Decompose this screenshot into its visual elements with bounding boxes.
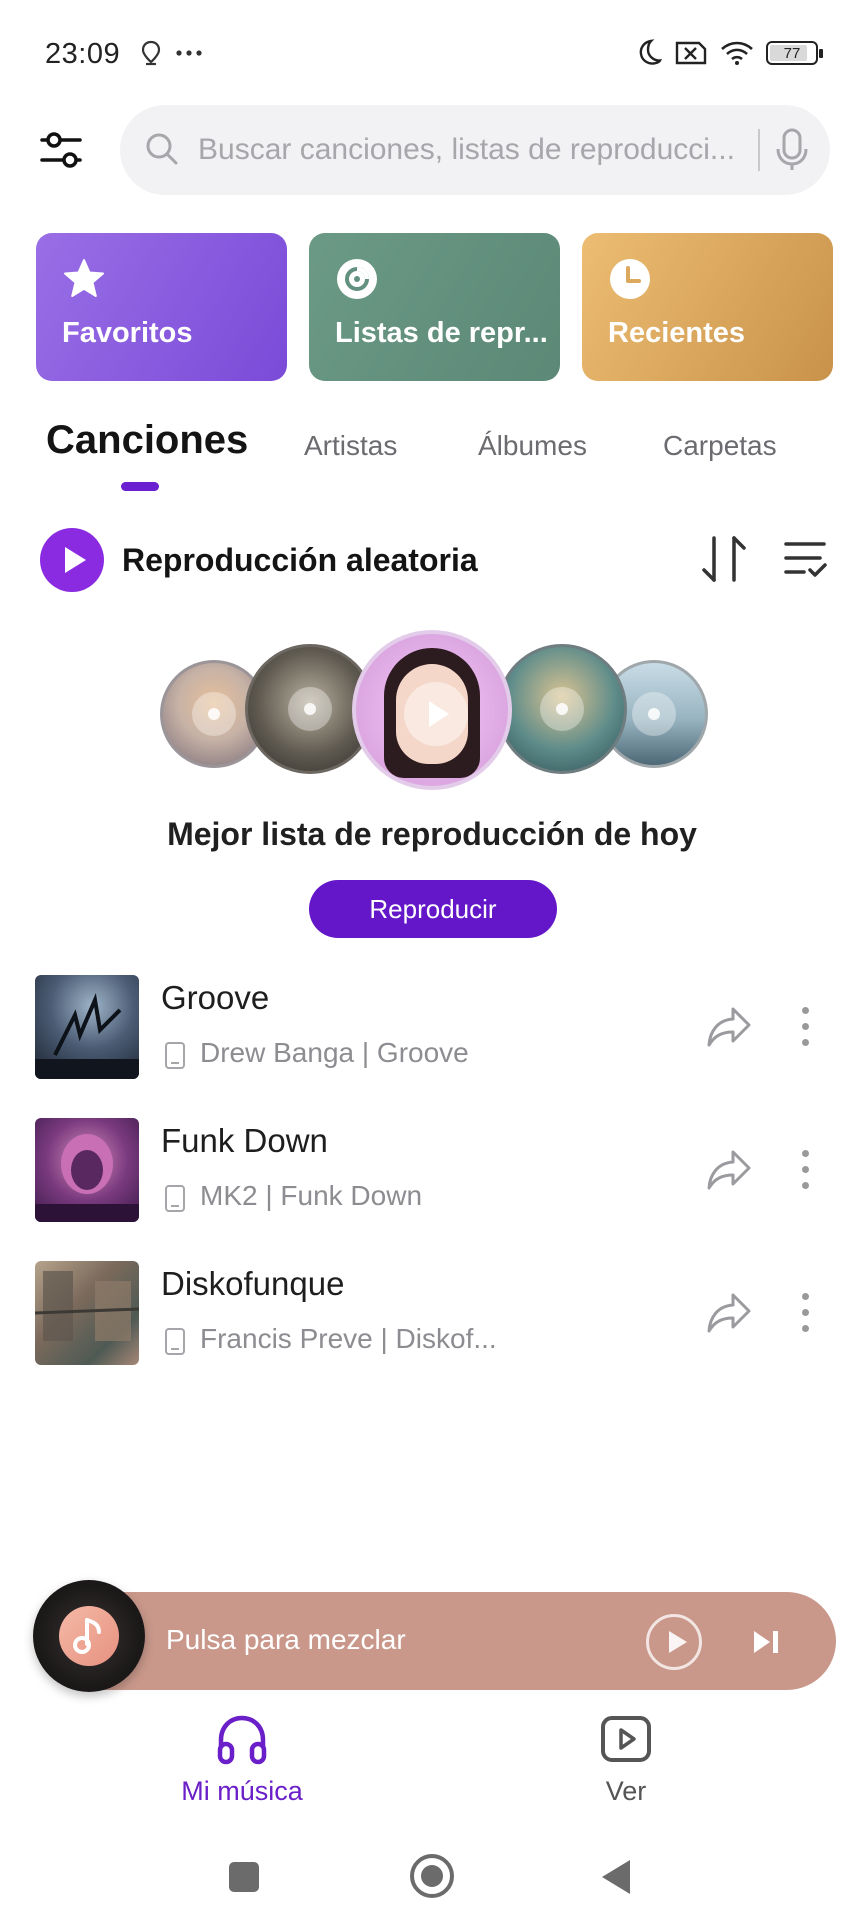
clock-icon <box>610 259 650 299</box>
song-artist-album: Drew Banga | Groove <box>200 1037 469 1068</box>
search-icon <box>146 133 178 165</box>
shuffle-row: Reproducción aleatoria <box>40 528 830 592</box>
favorites-card[interactable]: Favoritos <box>36 233 287 381</box>
playlist-cover-image <box>497 644 627 774</box>
tab-folders[interactable]: Carpetas <box>663 430 777 462</box>
status-time: 23:09 <box>45 38 121 70</box>
active-tab-indicator <box>121 482 159 491</box>
mini-player[interactable]: Pulsa para mezclar <box>36 1592 836 1690</box>
song-row[interactable]: Groove Drew Banga | Groove <box>35 975 835 1079</box>
mic-icon[interactable] <box>774 127 810 173</box>
no-sim-icon <box>675 41 707 65</box>
song-title: Funk Down <box>161 1122 328 1159</box>
battery-icon: 77 <box>766 41 823 65</box>
moon-icon <box>639 39 662 65</box>
tab-songs[interactable]: Canciones <box>46 418 248 463</box>
nav-watch-label: Ver <box>605 1776 647 1806</box>
album-art <box>35 975 139 1079</box>
album-art <box>35 1118 139 1222</box>
song-title: Diskofunque <box>161 1265 345 1302</box>
search-placeholder: Buscar canciones, listas de reproducci..… <box>198 133 735 166</box>
recents-label: Recientes <box>608 317 746 349</box>
wifi-icon <box>721 41 753 65</box>
sort-icon[interactable] <box>700 534 748 584</box>
share-icon[interactable] <box>705 1148 753 1192</box>
multi-select-icon[interactable] <box>782 538 828 582</box>
share-icon[interactable] <box>705 1291 753 1335</box>
location-icon <box>141 40 161 66</box>
play-playlist-button[interactable]: Reproducir <box>309 880 557 938</box>
play-icon <box>404 682 468 746</box>
home-circle-icon[interactable] <box>410 1854 454 1898</box>
music-note-icon <box>73 1618 101 1654</box>
recents-card[interactable]: Recientes <box>582 233 833 381</box>
library-tabs: Canciones Artistas Álbumes Carpetas <box>46 418 846 498</box>
status-system-icons: 77 <box>634 38 823 68</box>
favorites-label: Favoritos <box>62 317 193 349</box>
more-options-icon[interactable] <box>795 1005 815 1049</box>
phone-storage-icon <box>165 1185 185 1212</box>
battery-level: 77 <box>783 44 801 62</box>
video-play-icon <box>601 1716 651 1762</box>
mini-play-button[interactable] <box>646 1614 702 1670</box>
phone-storage-icon <box>165 1042 185 1069</box>
bottom-navigation: Mi música Ver <box>0 1710 864 1820</box>
headphones-icon <box>217 1715 267 1765</box>
nav-my-music[interactable]: Mi música <box>142 1710 342 1807</box>
song-row[interactable]: Diskofunque Francis Preve | Diskof... <box>35 1261 835 1365</box>
phone-storage-icon <box>165 1328 185 1355</box>
now-playing-disc[interactable] <box>33 1580 145 1692</box>
search-divider <box>758 129 760 171</box>
back-triangle-icon[interactable] <box>602 1860 630 1894</box>
more-options-icon[interactable] <box>795 1291 815 1335</box>
tab-albums[interactable]: Álbumes <box>478 430 587 462</box>
shuffle-play-button[interactable] <box>40 528 104 592</box>
playlists-label: Listas de repr... <box>335 317 548 349</box>
star-icon <box>64 259 104 297</box>
status-notification-icons <box>140 40 202 66</box>
share-icon[interactable] <box>705 1005 753 1049</box>
song-artist-album: MK2 | Funk Down <box>200 1180 423 1211</box>
album-art <box>35 1261 139 1365</box>
nav-watch[interactable]: Ver <box>526 1710 726 1807</box>
more-options-icon[interactable] <box>795 1148 815 1192</box>
song-title: Groove <box>161 979 270 1016</box>
status-bar: 23:09 77 <box>0 0 864 110</box>
disc-icon <box>337 259 377 299</box>
filter-settings-button[interactable] <box>38 125 88 175</box>
recents-square-icon[interactable] <box>229 1862 259 1892</box>
mini-player-label: Pulsa para mezclar <box>166 1624 406 1655</box>
song-artist-album: Francis Preve | Diskof... <box>200 1323 497 1354</box>
sliders-icon <box>40 132 82 168</box>
nav-my-music-label: Mi música <box>181 1776 303 1806</box>
category-cards: Favoritos Listas de repr... Recientes <box>36 233 833 381</box>
search-input[interactable]: Buscar canciones, listas de reproducci..… <box>120 105 830 195</box>
shuffle-label[interactable]: Reproducción aleatoria <box>122 542 478 579</box>
tab-artists[interactable]: Artistas <box>304 430 397 462</box>
playlist-covers[interactable] <box>0 630 864 790</box>
best-playlist-title: Mejor lista de reproducción de hoy <box>167 816 697 852</box>
skip-next-icon[interactable] <box>751 1628 781 1656</box>
more-dots-icon <box>176 50 202 56</box>
playlist-cover-featured[interactable] <box>352 630 512 790</box>
song-row[interactable]: Funk Down MK2 | Funk Down <box>35 1118 835 1222</box>
playlists-card[interactable]: Listas de repr... <box>309 233 560 381</box>
system-navigation-bar <box>0 1846 864 1906</box>
